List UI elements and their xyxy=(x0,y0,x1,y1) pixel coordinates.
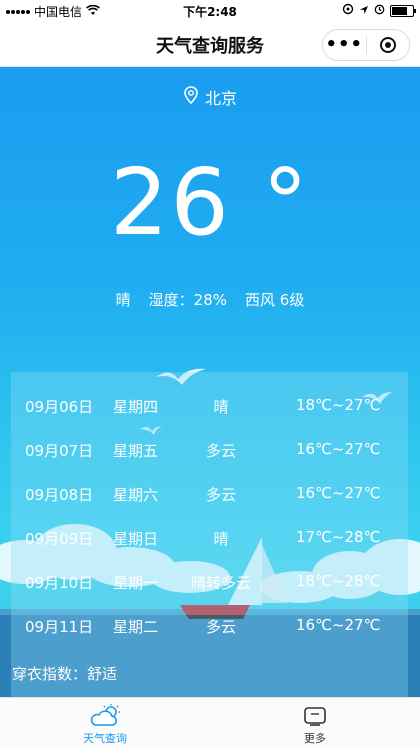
wind: 西风 6级 xyxy=(245,291,305,309)
current-temperature: 26 ° xyxy=(109,149,311,256)
forecast-row: 09月10日 星期一 晴转多云 18℃~28℃ xyxy=(11,572,408,596)
current-condition: 晴 xyxy=(115,291,131,309)
forecast-weekday: 星期日 xyxy=(113,530,159,548)
forecast-list: 09月06日 星期四 晴 18℃~27℃ 09月07日 星期五 多云 16℃~2… xyxy=(11,372,408,697)
cloud-sun-icon xyxy=(55,702,155,730)
forecast-condition: 多云 xyxy=(205,618,236,636)
status-bar: 中国电信 下午2:48 xyxy=(0,0,420,22)
map-pin-icon xyxy=(183,86,199,108)
forecast-row: 09月08日 星期六 多云 16℃~27℃ xyxy=(11,484,408,508)
forecast-row: 09月11日 星期二 多云 16℃~27℃ xyxy=(11,616,408,640)
forecast-row: 09月06日 星期四 晴 18℃~27℃ xyxy=(11,396,408,420)
nav-bar: 天气查询服务 ••• xyxy=(0,22,420,67)
close-target-icon xyxy=(379,37,396,53)
more-button[interactable]: ••• xyxy=(323,31,366,59)
weather-panel: 北京 26 ° 晴 湿度：28% 西风 6级 09月06日 星期四 晴 18℃~… xyxy=(0,67,420,697)
tv-icon xyxy=(265,702,365,730)
forecast-date: 09月10日 xyxy=(25,574,94,592)
tab-weather[interactable]: 天气查询 xyxy=(55,702,155,746)
forecast-temp: 18℃~28℃ xyxy=(296,572,381,590)
forecast-weekday: 星期一 xyxy=(113,574,159,592)
weather-summary: 晴 湿度：28% 西风 6级 xyxy=(0,289,420,310)
forecast-temp: 16℃~27℃ xyxy=(296,616,381,634)
forecast-condition: 晴转多云 xyxy=(190,574,251,592)
forecast-date: 09月09日 xyxy=(25,530,94,548)
humidity: 湿度：28% xyxy=(148,291,228,309)
forecast-weekday: 星期六 xyxy=(113,486,159,504)
forecast-temp: 17℃~28℃ xyxy=(296,528,381,546)
location[interactable]: 北京 xyxy=(0,85,420,109)
forecast-weekday: 星期四 xyxy=(113,398,159,416)
forecast-temp: 18℃~27℃ xyxy=(296,396,381,414)
tab-weather-label: 天气查询 xyxy=(83,732,127,745)
arrow-icon xyxy=(359,4,369,18)
forecast-weekday: 星期二 xyxy=(113,618,159,636)
dress-index: 穿衣指数：舒适 xyxy=(12,665,118,683)
tab-more-label: 更多 xyxy=(304,732,326,745)
forecast-weekday: 星期五 xyxy=(113,442,159,460)
forecast-date: 09月07日 xyxy=(25,442,94,460)
forecast-condition: 多云 xyxy=(205,442,236,460)
forecast-date: 09月08日 xyxy=(25,486,94,504)
forecast-temp: 16℃~27℃ xyxy=(296,440,381,458)
forecast-date: 09月06日 xyxy=(25,398,94,416)
forecast-row: 09月07日 星期五 多云 16℃~27℃ xyxy=(11,440,408,464)
forecast-row: 09月09日 星期日 晴 17℃~28℃ xyxy=(11,528,408,552)
forecast-condition: 晴 xyxy=(213,530,229,548)
close-button[interactable] xyxy=(367,37,410,53)
capsule-menu: ••• xyxy=(322,29,410,61)
location-services-icon xyxy=(342,3,354,18)
forecast-date: 09月11日 xyxy=(25,618,94,636)
forecast-condition: 晴 xyxy=(213,398,229,416)
city-name: 北京 xyxy=(204,89,237,108)
forecast-temp: 16℃~27℃ xyxy=(296,484,381,502)
forecast-condition: 多云 xyxy=(205,486,236,504)
tab-bar: 天气查询 更多 xyxy=(0,697,420,748)
alarm-icon xyxy=(374,3,385,18)
battery-icon xyxy=(390,4,416,17)
tab-more[interactable]: 更多 xyxy=(265,702,365,746)
